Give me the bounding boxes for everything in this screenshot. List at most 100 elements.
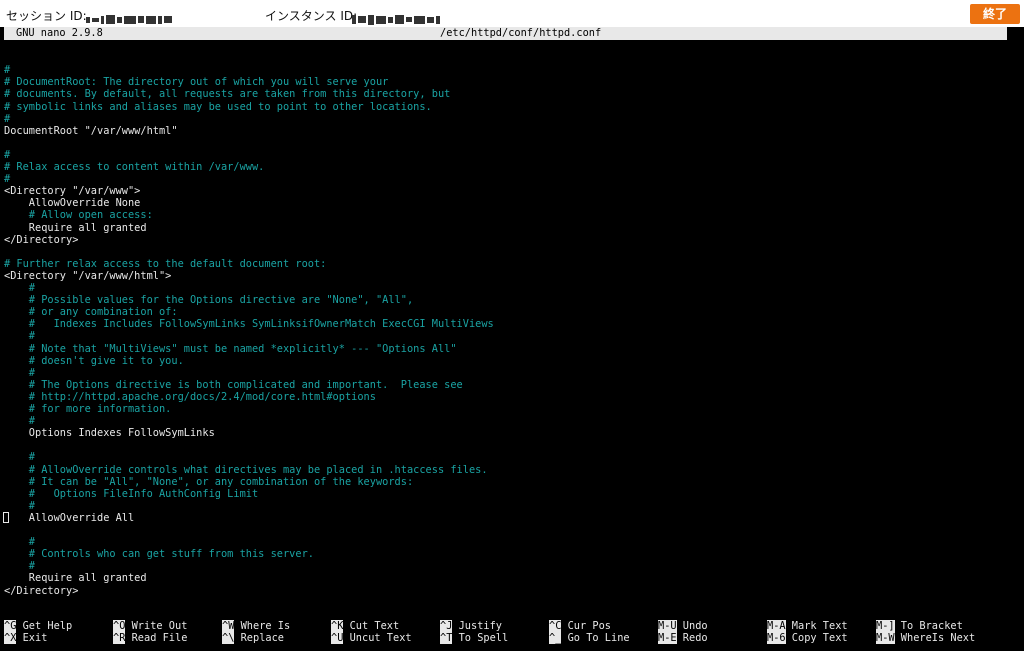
config-line: AllowOverride None [4,197,141,210]
shortcut-label: Get Help [16,620,73,632]
shortcut-item: ^K Cut Text [331,620,399,632]
file-name: /etc/httpd/conf/httpd.conf [440,27,602,39]
shortcut-key: M-6 [767,632,786,644]
config-line: Require all granted [4,572,147,585]
shortcut-key: ^U [331,632,344,644]
nano-title-bar: GNU nano 2.9.8 /etc/httpd/conf/httpd.con… [4,27,1007,40]
comment-line: # Options FileInfo AuthConfig Limit [4,487,259,500]
terminal[interactable]: GNU nano 2.9.8 /etc/httpd/conf/httpd.con… [0,27,1024,651]
shortcut-item: M-A Mark Text [767,620,848,632]
scrollbar[interactable] [1008,27,1024,651]
shortcut-label: Justify [452,620,503,632]
comment-line: # [4,112,11,125]
shortcut-key: ^J [440,620,453,632]
comment-line: # [4,282,35,294]
comment-line: # Relax access to content within /var/ww… [4,161,265,173]
comment-line: # doesn't give it to you. [4,354,184,367]
shortcut-label: Go To Line [561,632,630,644]
shortcut-item: M-6 Copy Text [767,632,848,644]
shortcut-key: M-A [767,620,786,632]
shortcut-key: ^O [113,620,126,632]
comment-line: # AllowOverride controls what directives… [4,463,488,476]
shortcut-label: Exit [16,632,48,644]
comment-line: # [4,536,35,549]
shortcut-label: Redo [676,632,708,644]
shortcut-label: Read File [125,632,188,644]
shortcut-item: ^\ Replace [222,632,284,644]
shortcut-item: ^O Write Out [113,620,187,632]
shortcut-key: ^K [331,620,344,632]
comment-line: # [4,330,35,343]
comment-line: # Controls who can get stuff from this s… [4,548,314,561]
shortcut-label: WhereIs Next [894,632,976,644]
shortcut-key: ^T [440,632,453,644]
shortcut-item: ^W Where Is [222,620,290,632]
comment-line: # [4,560,35,573]
shortcut-label: Write Out [125,620,188,632]
config-line: Require all granted [4,221,147,234]
comment-line: # or any combination of: [4,306,178,319]
shortcut-label: Mark Text [785,620,848,632]
session-id-label: セッション ID: [6,9,87,23]
comment-line: # DocumentRoot: The directory out of whi… [4,76,389,89]
shortcut-label: To Bracket [894,620,963,632]
nano-version: GNU nano 2.9.8 [16,27,103,39]
shortcut-item: ^R Read File [113,632,187,644]
config-line: Options Indexes FollowSymLinks [4,427,215,440]
comment-line: # [4,499,35,512]
text-cursor [3,512,9,523]
shortcut-key: M-W [876,632,895,644]
config-line: AllowOverride All [4,511,135,524]
comment-line: # for more information. [4,403,172,415]
shortcut-label: Cur Pos [561,620,612,632]
shortcut-key: ^R [113,632,126,644]
shortcut-item: M-W WhereIs Next [876,632,975,644]
shortcut-key: ^_ [549,632,562,644]
session-bar: セッション ID: インスタンス ID: 終了 [0,0,1024,27]
shortcut-label: Uncut Text [343,632,412,644]
instance-id-label: インスタンス ID: [265,9,358,23]
shortcut-item: M-U Undo [658,620,708,632]
config-line: DocumentRoot "/var/www/html" [4,124,178,137]
instance-id-masked [352,9,442,25]
shortcut-key: M-] [876,620,895,632]
shortcut-item: ^U Uncut Text [331,632,412,644]
config-line: </Directory> [4,233,79,246]
comment-line: # symbolic links and aliases may be used… [4,100,432,113]
shortcut-label: Undo [676,620,708,632]
comment-line: # http://httpd.apache.org/docs/2.4/mod/c… [4,390,376,403]
shortcut-key: ^X [4,632,17,644]
session-id-masked [86,9,174,24]
shortcut-label: Copy Text [785,632,848,644]
config-line: </Directory> [4,584,79,597]
comment-line: # Possible values for the Options direct… [4,294,414,307]
shortcut-label: Where Is [234,620,291,632]
shortcut-item: ^J Justify [440,620,502,632]
shortcut-item: M-E Redo [658,632,708,644]
shortcut-key: M-E [658,632,677,644]
comment-line: # [4,366,35,379]
shortcut-key: M-U [658,620,677,632]
comment-line: # [4,173,11,186]
shortcut-item: ^X Exit [4,632,47,644]
shortcut-label: Replace [234,632,285,644]
config-line: <Directory "/var/www/html"> [4,269,172,282]
shortcut-item: ^G Get Help [4,620,72,632]
comment-line: # [4,148,11,161]
shortcut-item: ^T To Spell [440,632,508,644]
shortcut-key: ^G [4,620,17,632]
shortcut-item: M-] To Bracket [876,620,963,632]
comment-line: # [4,451,35,464]
shortcut-item: ^_ Go To Line [549,632,630,644]
config-line: <Directory "/var/www"> [4,185,141,198]
comment-line: # Further relax access to the default do… [4,257,327,270]
shortcut-label: Cut Text [343,620,400,632]
comment-line: # Allow open access: [4,209,153,222]
end-session-button[interactable]: 終了 [970,4,1020,24]
shortcut-key: ^W [222,620,235,632]
comment-line: # It can be "All", "None", or any combin… [4,475,414,488]
comment-line: # Indexes Includes FollowSymLinks SymLin… [4,318,494,331]
comment-line: # [4,415,35,428]
comment-line: # documents. By default, all requests ar… [4,88,451,101]
comment-line: # [4,64,11,77]
